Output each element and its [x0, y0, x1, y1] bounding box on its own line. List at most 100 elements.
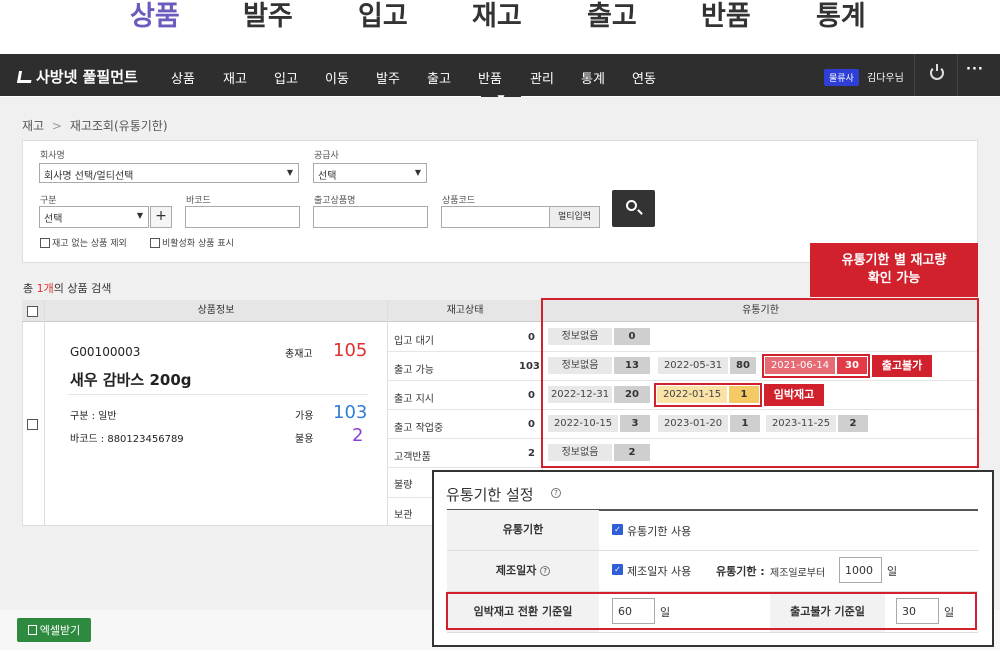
- checkbox-icon: [40, 237, 50, 248]
- expiry-setting-label: 유통기한: [447, 510, 599, 550]
- available-value: 103: [333, 402, 368, 423]
- nav-item-inbound[interactable]: 입고: [274, 68, 298, 87]
- top-tab-stock[interactable]: 재고: [472, 0, 522, 34]
- more-icon[interactable]: ···: [966, 62, 984, 77]
- expiry-callout: 유통기한 별 재고량 확인 가능: [810, 243, 978, 297]
- header-stock-status: 재고상태: [388, 300, 542, 322]
- expiry-use-checkbox[interactable]: ✓: [612, 524, 623, 535]
- show-inactive-checkbox[interactable]: 비활성화 상품 표시: [150, 236, 234, 249]
- nav-item-manage[interactable]: 관리: [530, 68, 554, 87]
- checkbox-icon: [150, 237, 160, 248]
- status-label: 고객반품: [394, 452, 431, 463]
- product-name-input[interactable]: [313, 206, 428, 228]
- result-count: 총 1개의 상품 검색: [23, 280, 111, 296]
- nav-divider: [914, 54, 915, 96]
- top-tab-bar: 상품 발주 입고 재고 출고 반품 통계: [0, 0, 1000, 52]
- exclude-no-stock-checkbox[interactable]: 재고 없는 상품 제외: [40, 236, 127, 249]
- supplier-select[interactable]: 선택: [313, 163, 427, 183]
- mfg-use-checkbox[interactable]: ✓: [612, 564, 623, 575]
- top-tab-outbound[interactable]: 출고: [587, 0, 637, 34]
- expiry-column-highlight: [541, 298, 979, 468]
- product-name[interactable]: 새우 감바스 200g: [70, 369, 192, 390]
- top-tab-inbound[interactable]: 입고: [358, 0, 408, 34]
- day-unit: 일: [887, 565, 898, 578]
- nav-item-integration[interactable]: 연동: [632, 68, 656, 87]
- status-label: 불량: [394, 480, 413, 491]
- top-tab-order[interactable]: 발주: [243, 0, 293, 34]
- status-value: 0: [528, 419, 535, 430]
- search-icon: [626, 200, 637, 211]
- total-stock-value: 105: [333, 340, 368, 361]
- search-button[interactable]: [612, 190, 655, 227]
- status-label: 출고 가능: [394, 365, 434, 376]
- nav-item-outbound[interactable]: 출고: [427, 68, 451, 87]
- mfg-use-label: 제조일자 사용: [627, 565, 692, 578]
- top-tab-return[interactable]: 반품: [701, 0, 751, 34]
- product-name-label: 출고상품명: [314, 196, 356, 206]
- settings-title: 유통기한 설정: [446, 486, 534, 504]
- status-value: 103: [519, 361, 540, 372]
- header-product-info: 상품정보: [45, 300, 387, 322]
- barcode-input[interactable]: [185, 206, 300, 228]
- status-label: 출고 지시: [394, 394, 434, 405]
- status-value: 2: [528, 448, 535, 459]
- help-icon[interactable]: ?: [551, 488, 561, 498]
- product-barcode: 바코드 : 880123456789: [70, 434, 184, 445]
- nav-item-stats[interactable]: 통계: [581, 68, 605, 87]
- excel-download-button[interactable]: 엑셀받기: [17, 618, 91, 642]
- nav-item-order[interactable]: 발주: [376, 68, 400, 87]
- product-type: 구분 : 일반: [70, 411, 117, 422]
- mfg-days-input[interactable]: 1000: [839, 557, 882, 583]
- mfg-setting-text: 제조일자: [495, 564, 537, 577]
- mfg-expiry-label: 유통기한 :: [716, 565, 765, 578]
- divider: [387, 300, 388, 526]
- power-icon[interactable]: [930, 64, 944, 80]
- breadcrumb-root[interactable]: 재고: [22, 119, 44, 133]
- excel-download-label: 엑셀받기: [39, 624, 81, 637]
- company-label: 회사명: [40, 151, 65, 161]
- add-type-button[interactable]: +: [150, 206, 172, 228]
- divider: [388, 467, 542, 468]
- product-code: G00100003: [70, 345, 141, 359]
- product-code-label: 상품코드: [442, 196, 476, 206]
- top-tab-stats[interactable]: 통계: [816, 0, 866, 34]
- breadcrumb-separator: >: [51, 119, 62, 133]
- result-prefix: 총: [23, 282, 37, 295]
- logo[interactable]: 사방넷 풀필먼트: [16, 66, 138, 87]
- multi-input-button[interactable]: 멀티입력: [549, 207, 599, 227]
- result-count-number: 1개: [36, 282, 54, 295]
- settings-divider: [447, 632, 978, 633]
- mfg-expiry-text: 제조일로부터: [770, 568, 826, 579]
- nav-item-move[interactable]: 이동: [325, 68, 349, 87]
- logo-icon: [16, 70, 34, 83]
- nav-divider: [957, 54, 958, 96]
- supplier-label: 공급사: [314, 151, 339, 161]
- row-checkbox[interactable]: [27, 419, 38, 430]
- show-inactive-label: 비활성화 상품 표시: [162, 239, 234, 249]
- breadcrumb-current: 재고조회(유통기한): [69, 119, 168, 133]
- help-icon[interactable]: ?: [540, 566, 551, 576]
- top-tab-product[interactable]: 상품: [130, 0, 180, 34]
- status-label: 입고 대기: [394, 336, 434, 347]
- mfg-setting-label: 제조일자 ?: [447, 551, 599, 591]
- user-name[interactable]: 김다우님: [867, 69, 904, 84]
- threshold-highlight: [446, 592, 977, 630]
- barcode-label: 바코드: [186, 196, 211, 206]
- defective-value: 2: [352, 425, 364, 446]
- result-suffix: 의 상품 검색: [53, 282, 112, 295]
- defective-label: 불용: [295, 434, 314, 445]
- status-value: 0: [528, 332, 535, 343]
- status-value: 0: [528, 390, 535, 401]
- expiry-use-label: 유통기한 사용: [627, 525, 692, 538]
- nav-item-product[interactable]: 상품: [171, 68, 195, 87]
- nav-item-return[interactable]: 반품: [478, 68, 502, 87]
- status-label: 보관: [394, 510, 413, 521]
- type-select[interactable]: 선택: [39, 206, 149, 228]
- company-select[interactable]: 회사명 선택/멀티선택: [39, 163, 299, 183]
- breadcrumb: 재고 > 재고조회(유통기한): [22, 117, 168, 134]
- select-all-checkbox[interactable]: [27, 306, 38, 317]
- nav-item-stock[interactable]: 재고: [223, 68, 247, 87]
- type-label: 구분: [40, 196, 57, 206]
- status-label: 출고 작업중: [394, 423, 444, 434]
- total-stock-label: 총재고: [285, 349, 313, 360]
